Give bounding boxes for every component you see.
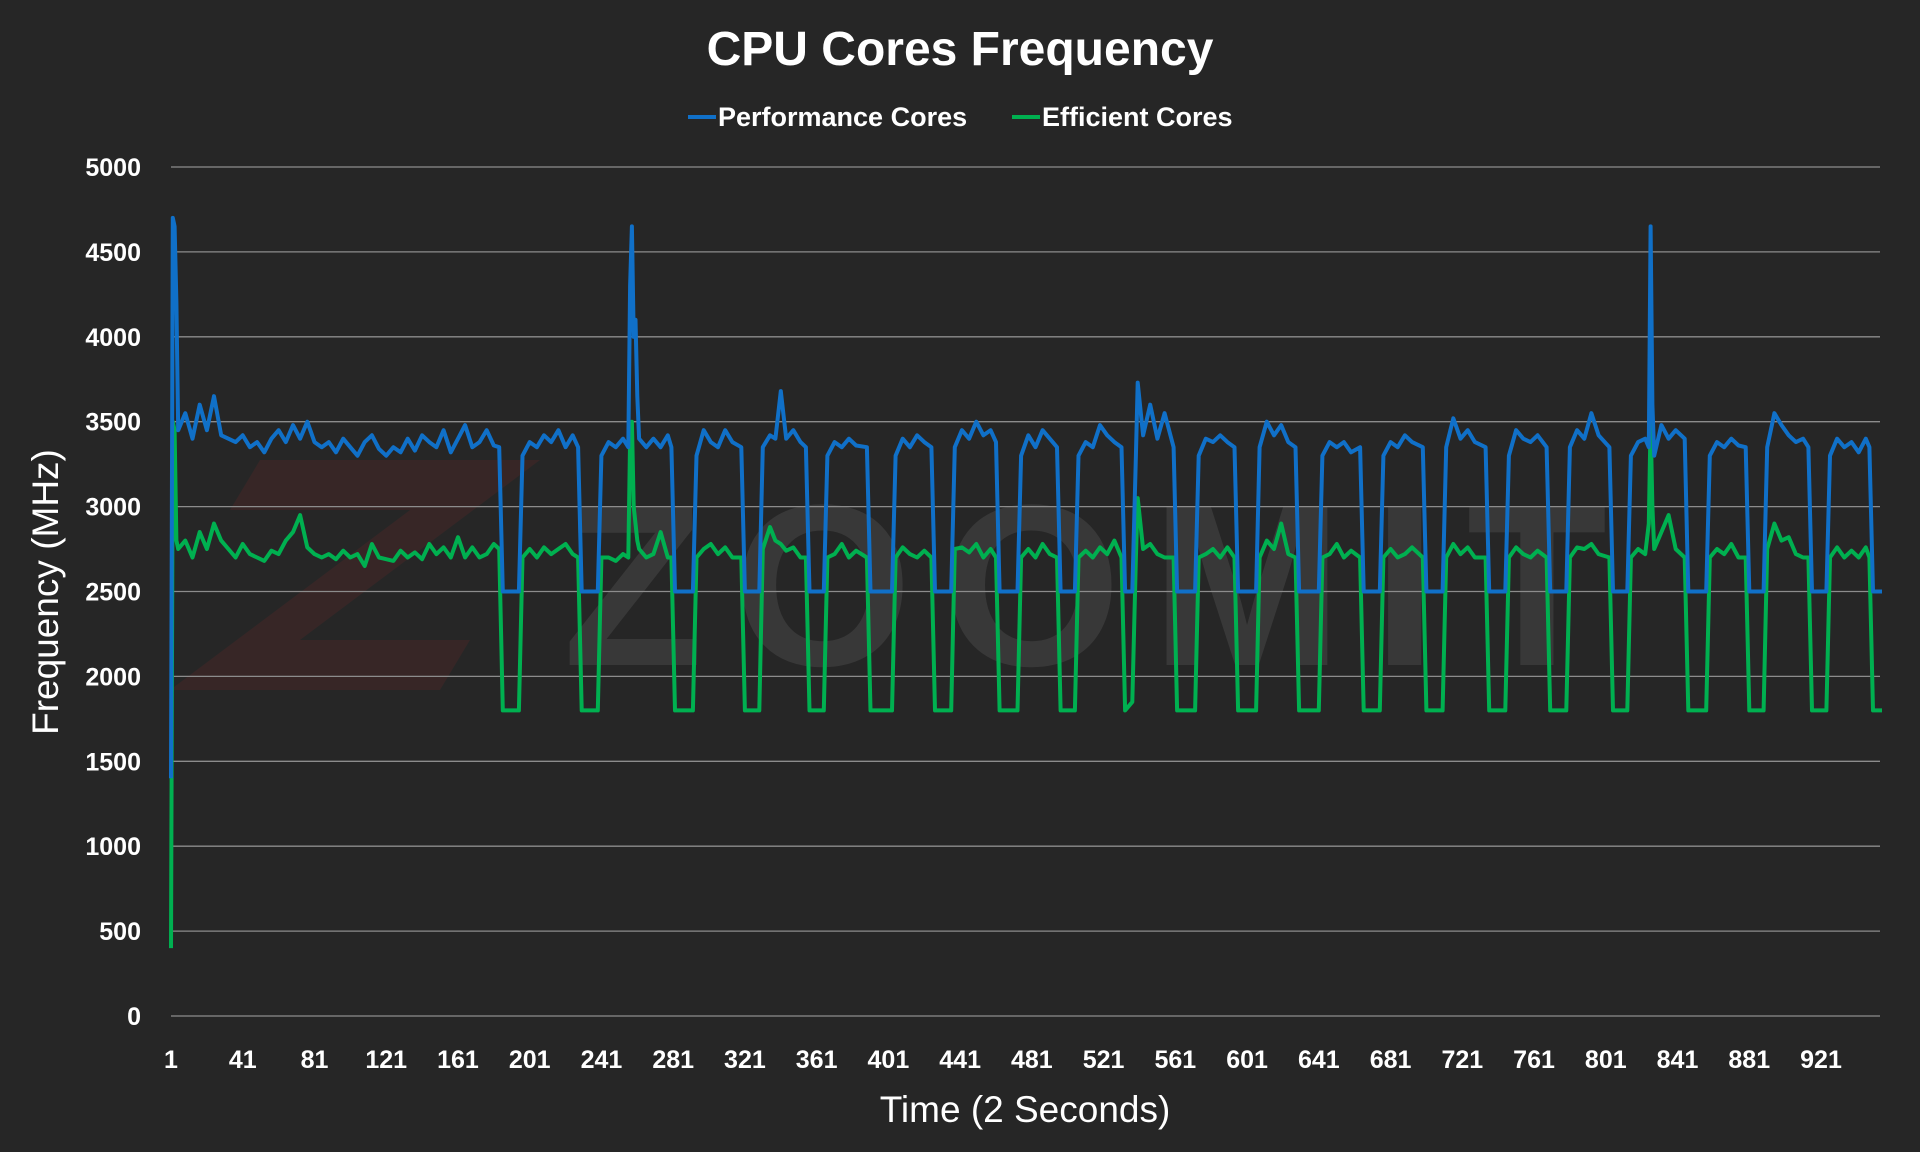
legend: Performance Cores Efficient Cores: [688, 102, 1233, 132]
x-tick-label: 401: [868, 1046, 910, 1074]
x-tick-label: 681: [1370, 1046, 1412, 1074]
y-tick-label: 5000: [85, 154, 141, 182]
y-tick-labels: 0 500 1000 1500 2000 2500 3000 3500 4000 4500 5000: [85, 154, 141, 1031]
y-tick-label: 1000: [85, 833, 141, 861]
x-tick-label: 201: [509, 1046, 551, 1074]
x-tick-label: 841: [1657, 1046, 1699, 1074]
x-tick-label: 521: [1083, 1046, 1125, 1074]
y-axis-title: Frequency (MHz): [25, 449, 66, 735]
x-tick-labels: 1 41 81 121 161 201 241 281 321 361 401 441 481 521 56…: [164, 1046, 1842, 1074]
x-tick-label: 81: [301, 1046, 329, 1074]
y-tick-label: 500: [99, 918, 141, 946]
legend-label-efficient: Efficient Cores: [1042, 102, 1233, 132]
watermark-z-logo: [170, 460, 540, 690]
watermark: ZOOMIT: [170, 457, 1637, 714]
x-tick-label: 361: [796, 1046, 838, 1074]
x-tick-label: 921: [1800, 1046, 1842, 1074]
y-tick-label: 4000: [85, 324, 141, 352]
watermark-text: ZOOMIT: [563, 457, 1637, 714]
x-tick-label: 721: [1441, 1046, 1483, 1074]
x-axis-title: Time (2 Seconds): [880, 1089, 1171, 1130]
x-tick-label: 281: [652, 1046, 694, 1074]
x-tick-label: 1: [164, 1046, 178, 1074]
x-tick-label: 121: [365, 1046, 407, 1074]
x-tick-label: 561: [1154, 1046, 1196, 1074]
y-tick-label: 3000: [85, 494, 141, 522]
y-tick-label: 2000: [85, 663, 141, 691]
x-tick-label: 161: [437, 1046, 479, 1074]
y-tick-label: 1500: [85, 748, 141, 776]
chart: ZOOMIT 0 500 1000 1500 2000 2500 3000 3500 4000 4…: [25, 23, 1882, 1130]
x-tick-label: 641: [1298, 1046, 1340, 1074]
x-tick-label: 601: [1226, 1046, 1268, 1074]
y-tick-label: 0: [127, 1003, 141, 1031]
y-tick-label: 4500: [85, 239, 141, 267]
x-tick-label: 801: [1585, 1046, 1627, 1074]
y-tick-label: 3500: [85, 409, 141, 437]
x-tick-label: 41: [229, 1046, 257, 1074]
legend-label-performance: Performance Cores: [718, 102, 967, 132]
x-tick-label: 761: [1513, 1046, 1555, 1074]
chart-title: CPU Cores Frequency: [707, 23, 1214, 76]
x-tick-label: 481: [1011, 1046, 1053, 1074]
x-tick-label: 881: [1728, 1046, 1770, 1074]
x-tick-label: 321: [724, 1046, 766, 1074]
y-tick-label: 2500: [85, 579, 141, 607]
x-tick-label: 441: [939, 1046, 981, 1074]
x-tick-label: 241: [581, 1046, 623, 1074]
